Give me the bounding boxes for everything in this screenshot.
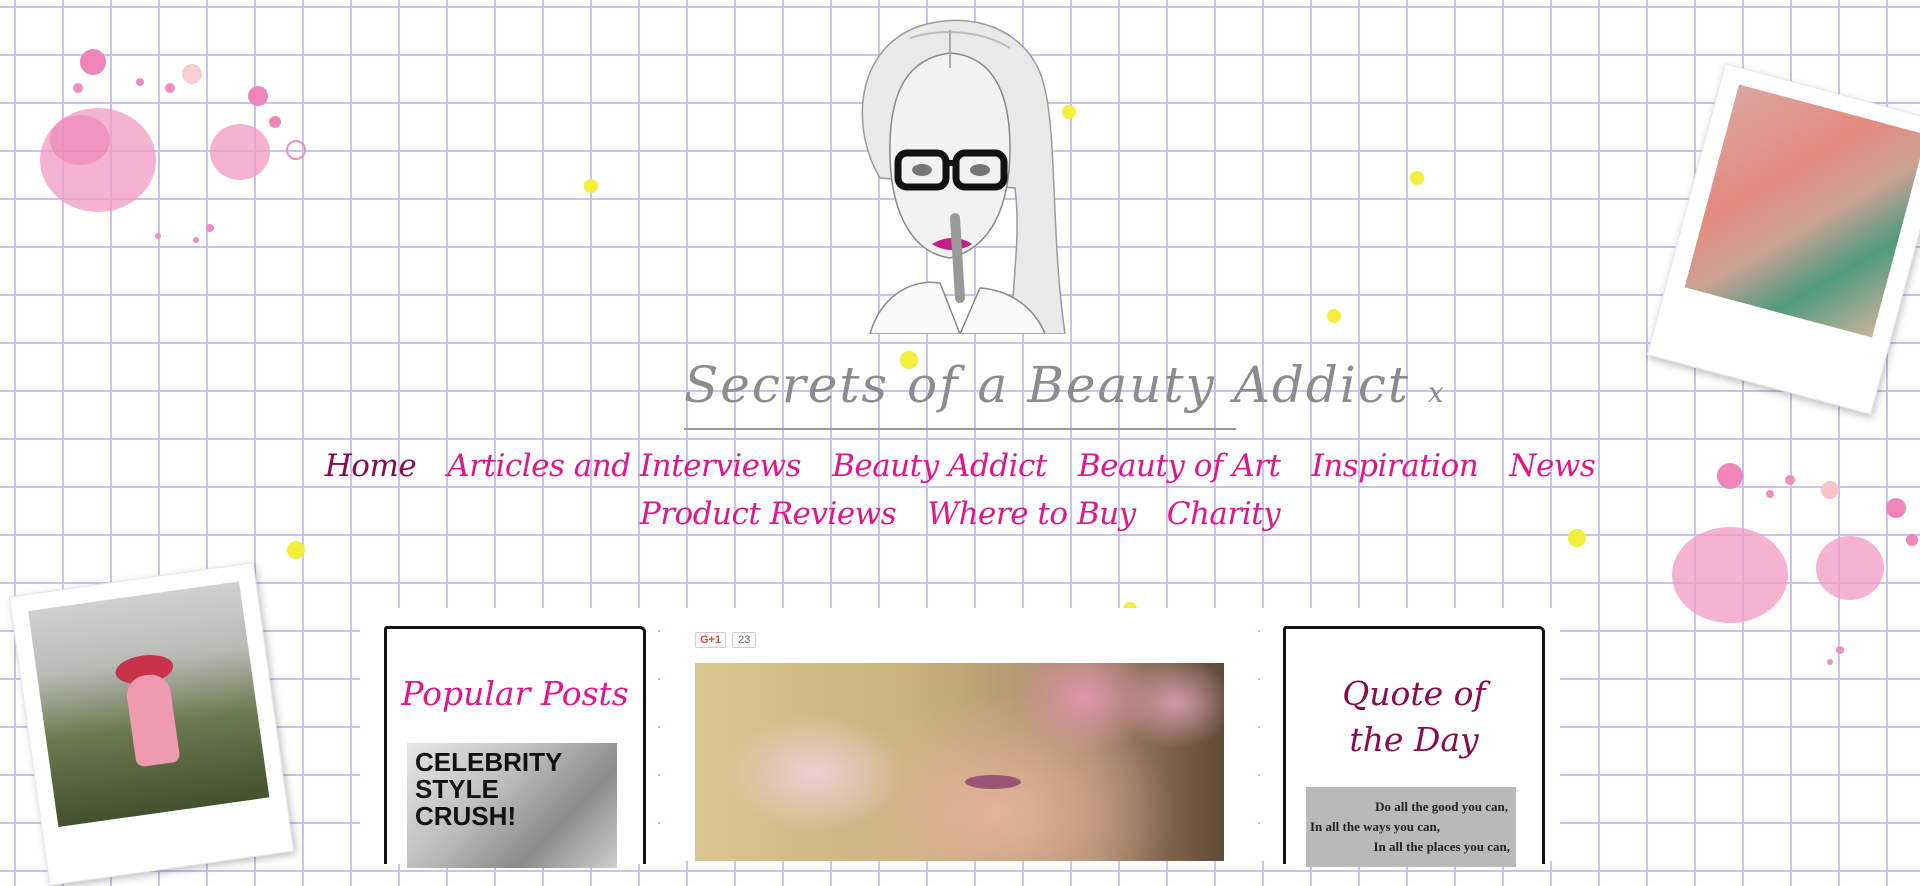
featured-eye-detail	[965, 775, 1021, 789]
gplus-button[interactable]: G+1	[695, 632, 727, 648]
nav-item-beauty-addict[interactable]: Beauty Addict	[832, 448, 1047, 484]
polaroid-photo-bottom-left	[8, 562, 295, 886]
nav-item-inspiration[interactable]: Inspiration	[1312, 448, 1479, 484]
quote-heading: Quote of the Day	[1342, 674, 1486, 759]
polaroid-image	[28, 581, 270, 827]
nav-item-charity[interactable]: Charity	[1167, 496, 1281, 532]
polaroid-photo-top-right	[1646, 63, 1920, 415]
featured-post-image[interactable]	[695, 663, 1224, 861]
nav-row-primary: Home Articles and Interviews Beauty Addi…	[0, 448, 1920, 484]
polaroid-image	[1684, 84, 1920, 338]
site-title[interactable]: Secrets of a Beauty Addict x	[684, 350, 1444, 430]
thumbnail-caption: CELEBRITY STYLE CRUSH!	[415, 747, 562, 831]
nav-item-product-reviews[interactable]: Product Reviews	[640, 496, 897, 532]
nav-row-secondary: Product Reviews Where to Buy Charity	[0, 496, 1920, 532]
quote-text: Do all the good you can, In all the ways…	[1310, 799, 1510, 854]
gplus-share[interactable]: G+1 23	[695, 631, 757, 649]
watercolor-splash-right	[1672, 463, 1918, 665]
gplus-count: 23	[732, 632, 757, 648]
quote-image: Do all the good you can, In all the ways…	[1306, 787, 1516, 867]
popular-post-thumbnail[interactable]: CELEBRITY STYLE CRUSH!	[407, 743, 617, 868]
decor-dot	[287, 541, 305, 559]
watercolor-splash-top-left	[40, 49, 306, 243]
nav-item-news[interactable]: News	[1509, 448, 1595, 484]
popular-posts-widget: Popular Posts CELEBRITY STYLE CRUSH!	[384, 626, 646, 868]
decor-dot	[584, 179, 598, 193]
nav-item-where-to-buy[interactable]: Where to Buy	[927, 496, 1136, 532]
nav-item-beauty-of-art[interactable]: Beauty of Art	[1078, 448, 1281, 484]
nav-item-articles-and-interviews[interactable]: Articles and Interviews	[447, 448, 801, 484]
decor-dot	[1327, 309, 1341, 323]
header-illustration	[861, 19, 1066, 334]
decor-dot	[1410, 171, 1424, 185]
quote-of-the-day-widget: Quote of the Day Do all the good you can…	[1283, 626, 1545, 867]
nav-item-home[interactable]: Home	[325, 448, 417, 484]
popular-posts-heading: Popular Posts	[401, 674, 629, 713]
